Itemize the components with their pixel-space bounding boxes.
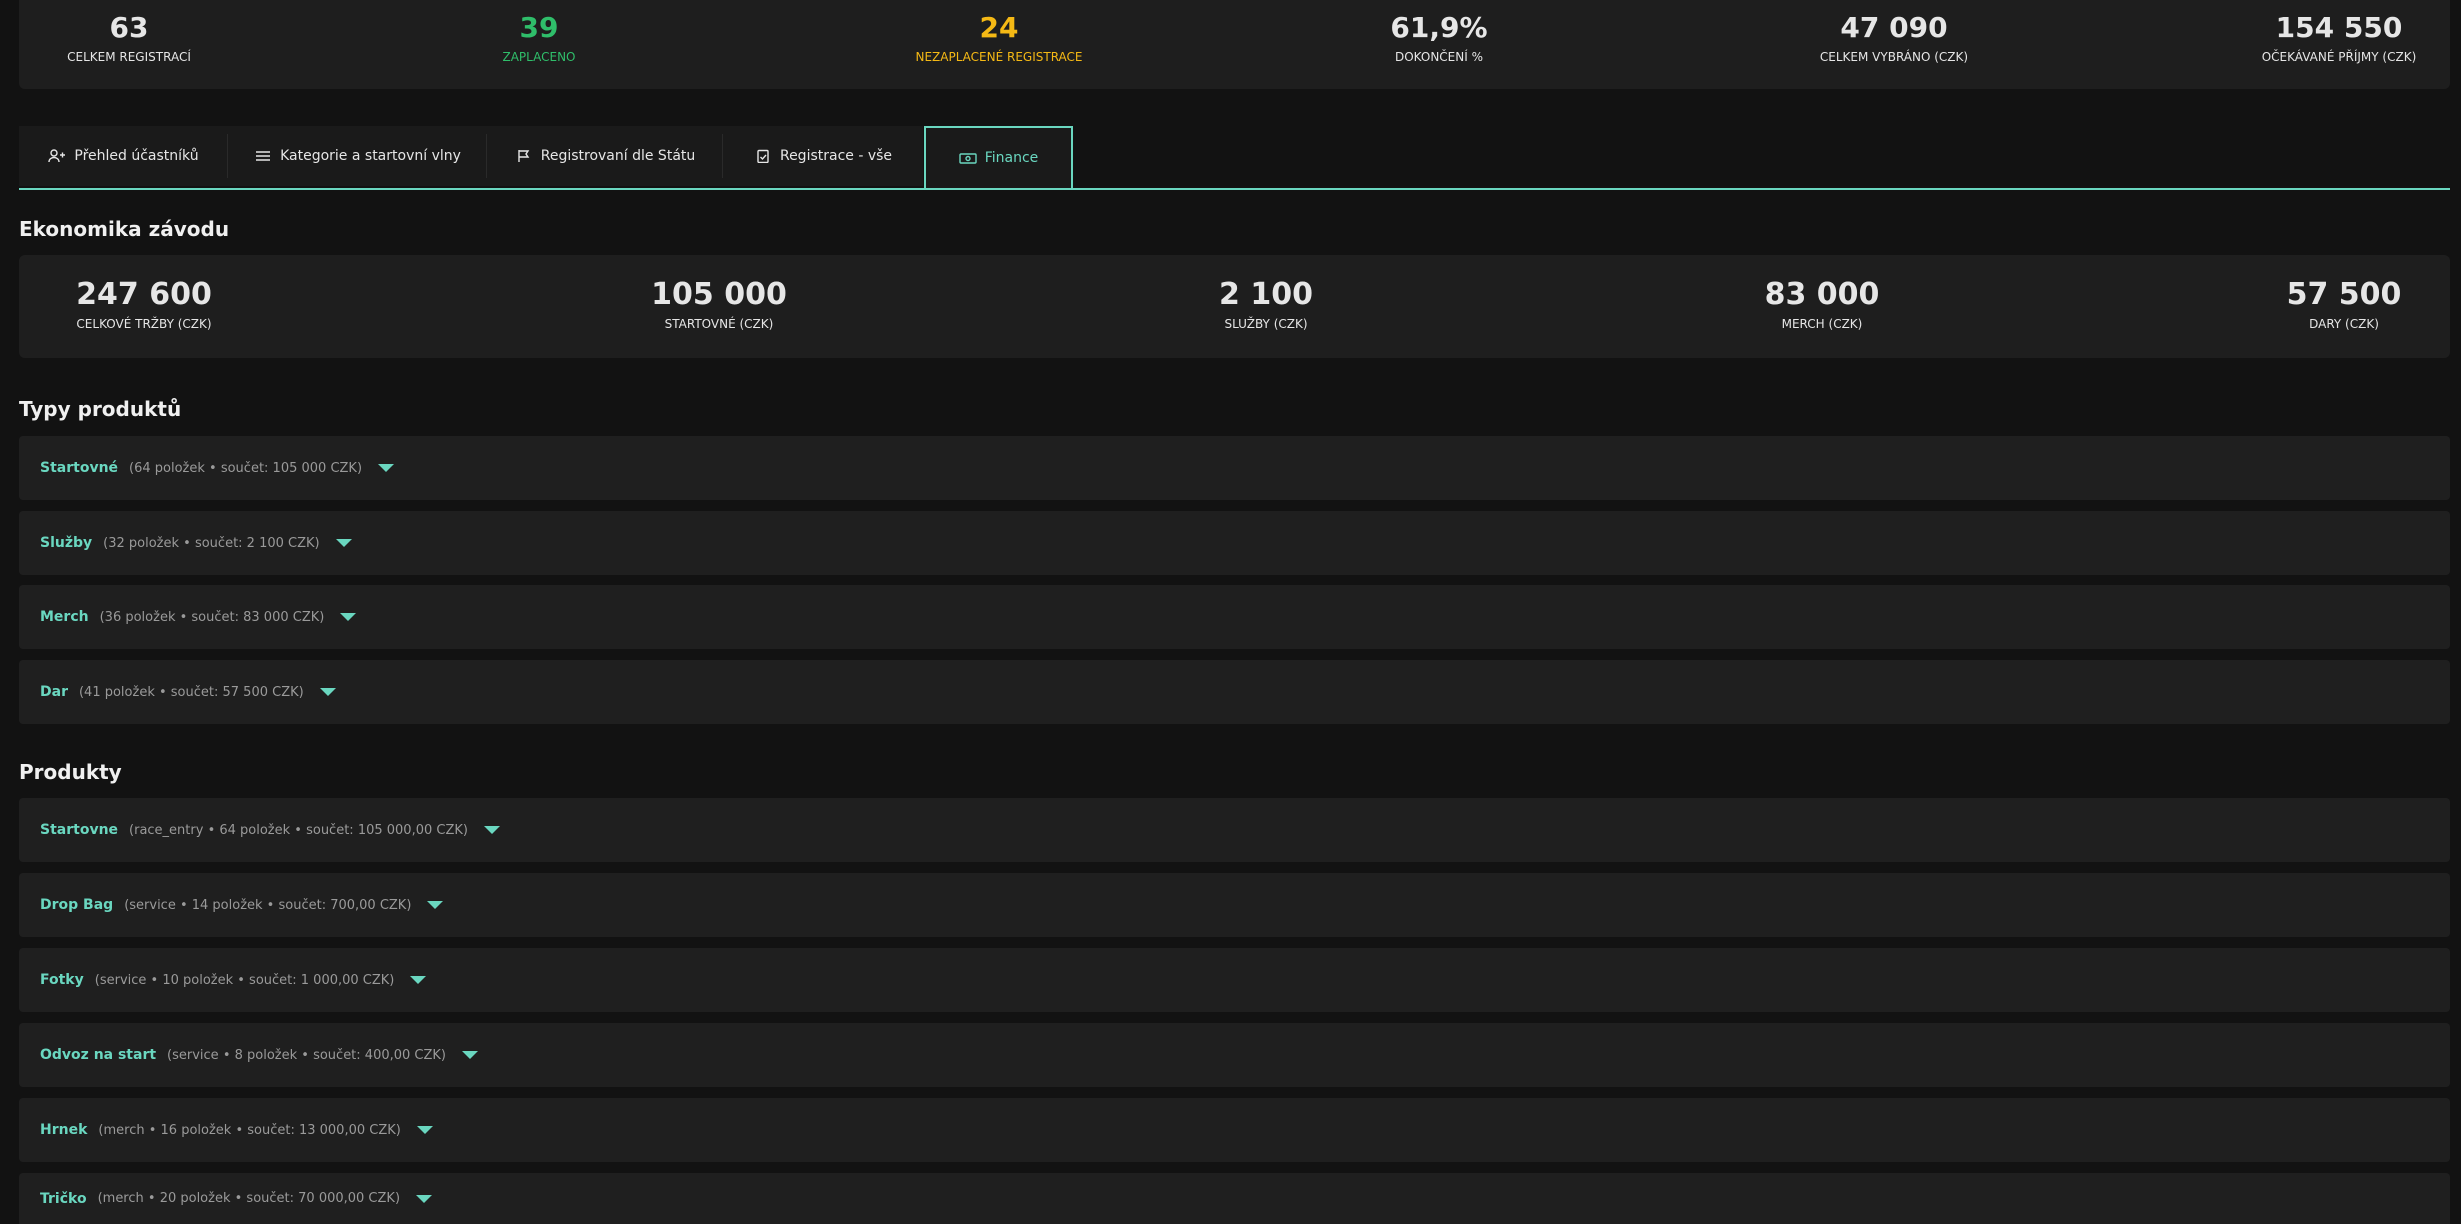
- product-type-row[interactable]: Startovné (64 položek • součet: 105 000 …: [19, 436, 2450, 500]
- row-meta: (service • 8 položek • součet: 400,00 CZ…: [167, 1047, 446, 1063]
- stat-label: DOKONČENÍ %: [1394, 50, 1483, 64]
- row-name: Tričko: [40, 1190, 87, 1207]
- stat-label: SLUŽBY (CZK): [1224, 317, 1308, 331]
- row-name: Fotky: [40, 972, 84, 988]
- tab-all-registrations[interactable]: Registrace - vše: [723, 126, 923, 186]
- row-meta: (merch • 16 položek • součet: 13 000,00 …: [98, 1122, 401, 1138]
- stat-label: MERCH (CZK): [1781, 317, 1863, 331]
- tab-categories[interactable]: Kategorie a startovní vlny: [228, 126, 487, 186]
- stat-services: 2 100 SLUŽBY (CZK): [1176, 277, 1356, 332]
- stat-label: NEZAPLACENÉ REGISTRACE: [915, 50, 1083, 64]
- stat-value: 24: [979, 11, 1019, 44]
- caret-down-icon[interactable]: [427, 901, 444, 909]
- stat-completion: 61,9% DOKONČENÍ %: [1339, 11, 1539, 65]
- stat-label: CELKOVÉ TRŽBY (CZK): [76, 317, 212, 331]
- stat-paid: 39 ZAPLACENO: [439, 11, 639, 65]
- product-row[interactable]: Startovne (race_entry • 64 položek • sou…: [19, 798, 2450, 862]
- row-name: Služby: [40, 535, 93, 551]
- stat-value: 247 600: [76, 277, 212, 312]
- product-row[interactable]: Fotky (service • 10 položek • součet: 1 …: [19, 948, 2450, 1012]
- product-row[interactable]: Hrnek (merch • 16 položek • součet: 13 0…: [19, 1098, 2450, 1162]
- row-meta: (36 položek • součet: 83 000 CZK): [99, 609, 325, 625]
- stat-label: CELKEM VYBRÁNO (CZK): [1819, 50, 1969, 64]
- stat-label: OČEKÁVANÉ PŘÍJMY (CZK): [2261, 50, 2417, 64]
- list-icon: [256, 151, 271, 161]
- users-icon: [48, 149, 66, 163]
- tab-label: Registrace - vše: [779, 148, 893, 164]
- stat-collected: 47 090 CELKEM VYBRÁNO (CZK): [1779, 11, 2009, 65]
- stat-value: 61,9%: [1390, 11, 1488, 44]
- products-title: Produkty: [19, 760, 122, 784]
- caret-down-icon[interactable]: [335, 539, 352, 547]
- row-name: Odvoz na start: [40, 1047, 157, 1063]
- row-name: Drop Bag: [40, 897, 114, 913]
- stat-value: 2 100: [1219, 277, 1313, 312]
- caret-down-icon[interactable]: [483, 826, 500, 834]
- stat-value: 63: [109, 11, 149, 44]
- row-meta: (64 položek • součet: 105 000 CZK): [129, 460, 363, 476]
- tab-by-country[interactable]: Registrovaní dle Státu: [487, 126, 723, 186]
- stat-expected-income: 154 550 OČEKÁVANÉ PŘÍJMY (CZK): [2239, 11, 2439, 65]
- tab-label: Kategorie a startovní vlny: [280, 148, 461, 164]
- tab-participants[interactable]: Přehled účastníků: [19, 126, 228, 186]
- row-meta: (race_entry • 64 položek • součet: 105 0…: [129, 822, 468, 838]
- stat-label: STARTOVNÉ (CZK): [664, 317, 774, 331]
- product-type-row[interactable]: Merch (36 položek • součet: 83 000 CZK): [19, 585, 2450, 649]
- stat-merch: 83 000 MERCH (CZK): [1722, 277, 1922, 332]
- economy-title: Ekonomika závodu: [19, 217, 230, 241]
- stat-value: 47 090: [1840, 11, 1948, 44]
- money-icon: [959, 153, 977, 164]
- row-meta: (32 položek • součet: 2 100 CZK): [103, 535, 320, 551]
- stat-value: 105 000: [651, 277, 787, 312]
- product-types-title: Typy produktů: [19, 397, 182, 421]
- stat-entry-fees: 105 000 STARTOVNÉ (CZK): [619, 277, 819, 332]
- row-name: Merch: [40, 609, 89, 625]
- tab-finance[interactable]: Finance: [924, 126, 1073, 188]
- stat-value: 154 550: [2275, 11, 2403, 44]
- product-type-row[interactable]: Služby (32 položek • součet: 2 100 CZK): [19, 511, 2450, 575]
- tab-label: Registrovaní dle Státu: [540, 148, 696, 164]
- stat-total-revenue: 247 600 CELKOVÉ TRŽBY (CZK): [39, 277, 249, 332]
- stat-label: DARY (CZK): [2309, 317, 2379, 331]
- stat-total-registrations: 63 CELKEM REGISTRACÍ: [39, 11, 219, 65]
- stat-value: 57 500: [2286, 277, 2402, 312]
- caret-down-icon[interactable]: [319, 688, 336, 696]
- row-meta: (merch • 20 položek • součet: 70 000,00 …: [97, 1191, 401, 1206]
- caret-down-icon[interactable]: [416, 1126, 433, 1134]
- product-type-row[interactable]: Dar (41 položek • součet: 57 500 CZK): [19, 660, 2450, 724]
- clipboard-check-icon: [757, 149, 769, 163]
- caret-down-icon[interactable]: [416, 1194, 433, 1203]
- row-meta: (service • 10 položek • součet: 1 000,00…: [94, 972, 395, 988]
- row-name: Startovne: [40, 822, 119, 838]
- registration-summary: 63 CELKEM REGISTRACÍ 39 ZAPLACENO 24 NEZ…: [19, 0, 2450, 89]
- stat-donations: 57 500 DARY (CZK): [2259, 277, 2429, 332]
- flag-icon: [518, 150, 530, 162]
- caret-down-icon[interactable]: [410, 976, 427, 984]
- product-row[interactable]: Odvoz na start (service • 8 položek • so…: [19, 1023, 2450, 1087]
- stat-label: ZAPLACENO: [502, 50, 576, 64]
- row-meta: (service • 14 položek • součet: 700,00 C…: [124, 897, 412, 913]
- economy-stats: 247 600 CELKOVÉ TRŽBY (CZK) 105 000 STAR…: [19, 255, 2450, 358]
- caret-down-icon[interactable]: [378, 464, 395, 472]
- caret-down-icon[interactable]: [462, 1051, 478, 1059]
- product-row[interactable]: Drop Bag (service • 14 položek • součet:…: [19, 873, 2450, 937]
- tab-label: Přehled účastníků: [74, 148, 199, 164]
- row-name: Dar: [40, 684, 68, 700]
- tab-bar: Přehled účastníků Kategorie a startovní …: [19, 126, 2450, 190]
- row-name: Startovné: [40, 460, 119, 476]
- row-name: Hrnek: [40, 1122, 88, 1138]
- product-row[interactable]: Tričko (merch • 20 položek • součet: 70 …: [19, 1173, 2450, 1224]
- stat-unpaid: 24 NEZAPLACENÉ REGISTRACE: [869, 11, 1129, 65]
- row-meta: (41 položek • součet: 57 500 CZK): [78, 684, 304, 700]
- stat-value: 83 000: [1764, 277, 1880, 312]
- caret-down-icon[interactable]: [340, 613, 357, 621]
- tab-label: Finance: [984, 150, 1039, 166]
- stat-label: CELKEM REGISTRACÍ: [67, 50, 191, 64]
- stat-value: 39: [519, 11, 559, 44]
